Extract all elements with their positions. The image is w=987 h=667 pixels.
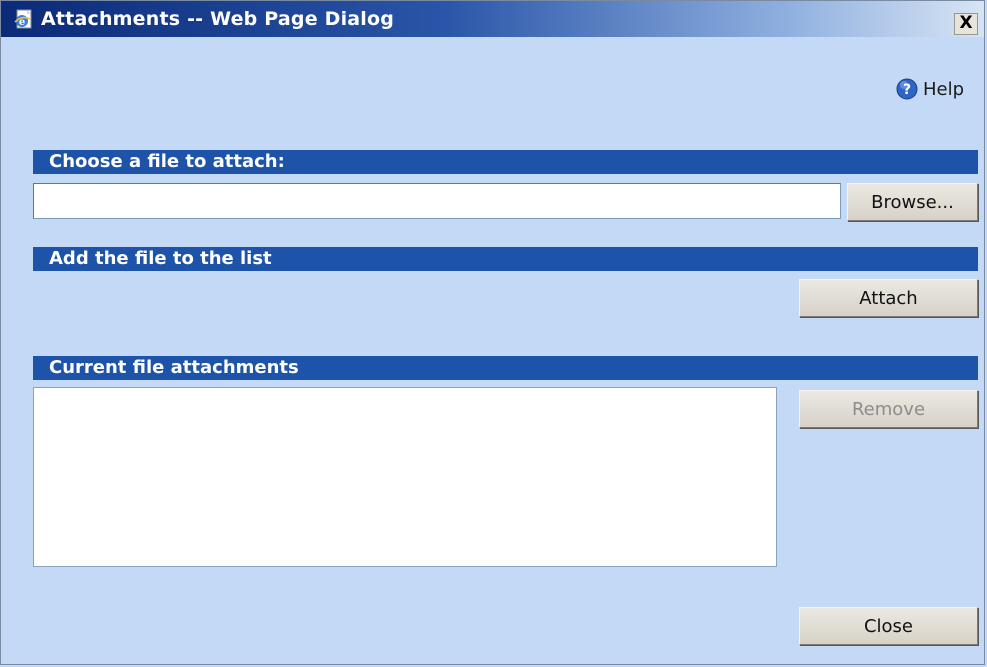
svg-text:?: ? <box>903 82 911 98</box>
section-current-attachments: Current file attachments <box>33 356 978 380</box>
attachments-list[interactable] <box>33 387 777 567</box>
dialog-title: Attachments -- Web Page Dialog <box>41 8 395 30</box>
attachments-dialog: e Attachments -- Web Page Dialog X ? Hel… <box>0 0 985 665</box>
remove-button[interactable]: Remove <box>799 390 978 428</box>
file-path-input[interactable] <box>33 183 841 219</box>
close-window-button[interactable]: X <box>954 13 978 35</box>
help-question-icon: ? <box>896 78 918 100</box>
title-bar[interactable]: e Attachments -- Web Page Dialog X <box>1 1 984 37</box>
help-label: Help <box>922 78 964 100</box>
close-button[interactable]: Close <box>799 607 978 645</box>
section-choose-file: Choose a file to attach: <box>33 150 978 174</box>
section-add-file: Add the file to the list <box>33 247 978 271</box>
attach-button[interactable]: Attach <box>799 279 978 317</box>
help-link[interactable]: ? Help <box>896 78 964 100</box>
browse-button[interactable]: Browse... <box>847 183 978 221</box>
ie-page-icon: e <box>14 9 32 29</box>
